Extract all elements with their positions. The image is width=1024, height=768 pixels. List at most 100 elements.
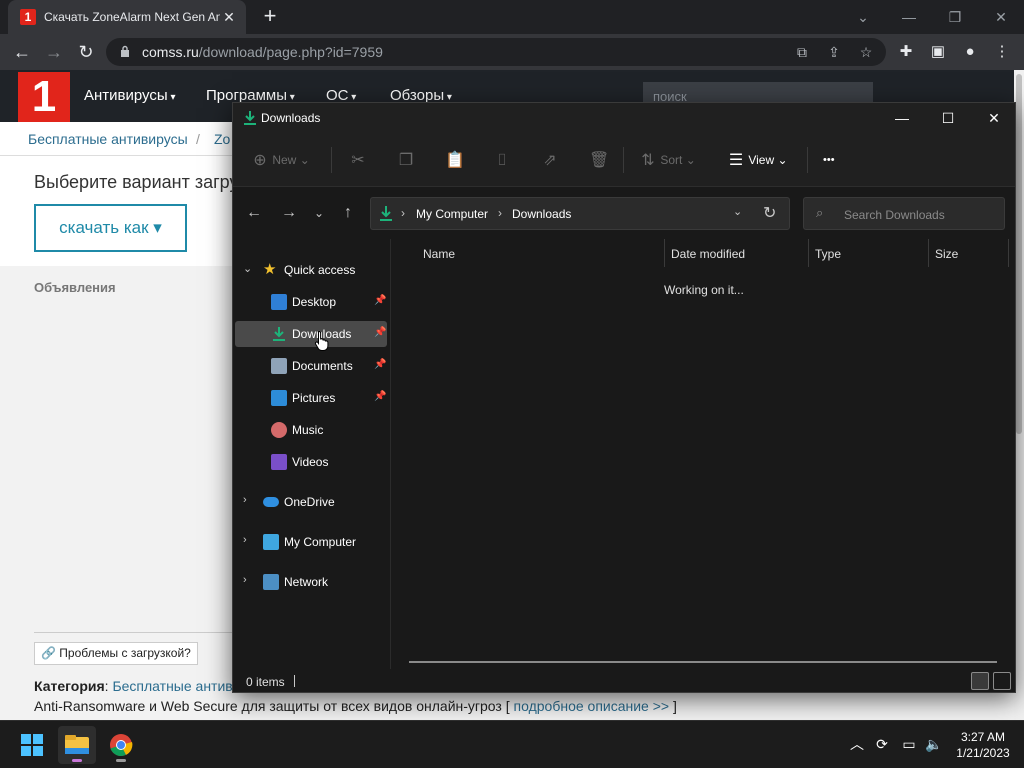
chevron-up-icon[interactable]: ︿: [848, 735, 866, 753]
file-explorer-taskbar-button[interactable]: [58, 726, 96, 764]
up-icon[interactable]: ↑: [337, 203, 359, 223]
breadcrumb-separator: /: [196, 131, 200, 147]
pin-icon: 📌: [374, 295, 387, 306]
reload-icon[interactable]: ↻: [74, 40, 98, 64]
category-line: Категория: Бесплатные антив: [34, 678, 233, 694]
description-link[interactable]: подробное описание >>: [514, 698, 670, 714]
chevron-right-icon[interactable]: ›: [243, 494, 247, 506]
restore-button[interactable]: ❐: [932, 3, 978, 31]
breadcrumb-link[interactable]: Бесплатные антивирусы: [28, 131, 188, 147]
volume-icon[interactable]: 🔈: [925, 735, 943, 753]
lock-icon: [121, 45, 129, 57]
chevron-down-icon[interactable]: ⌄: [243, 262, 252, 275]
sidebar-item-desktop[interactable]: Desktop 📌: [235, 289, 387, 315]
cut-icon[interactable]: ✂: [349, 150, 367, 170]
sidebar-item-pictures[interactable]: Pictures 📌: [235, 385, 387, 411]
browser-tab[interactable]: 1 Скачать ZoneAlarm Next Gen Antivirus ✕: [8, 0, 246, 34]
sidebar-item-documents[interactable]: Documents 📌: [235, 353, 387, 379]
address-segment[interactable]: My Computer: [416, 207, 488, 221]
rename-icon[interactable]: ⌷: [493, 150, 511, 170]
explorer-address-bar[interactable]: › My Computer › Downloads ⌄ ↻: [370, 197, 790, 230]
category-link[interactable]: Бесплатные антив: [112, 678, 232, 694]
explorer-titlebar[interactable]: Downloads — ☐ ✕: [233, 103, 1015, 133]
sidebar-item-network[interactable]: › Network: [235, 569, 387, 595]
downloads-icon: [380, 206, 392, 221]
translate-icon[interactable]: ⧉: [792, 42, 812, 62]
explorer-minimize-button[interactable]: —: [879, 103, 925, 133]
download-as-button[interactable]: скачать как ▾: [34, 204, 187, 252]
chrome-taskbar-button[interactable]: [102, 726, 140, 764]
column-header-size[interactable]: Size: [935, 247, 958, 261]
more-options-button[interactable]: •••: [823, 150, 835, 170]
chevron-right-icon[interactable]: ›: [243, 534, 247, 546]
recent-locations-icon[interactable]: ⌄: [308, 203, 330, 223]
column-divider[interactable]: [808, 239, 809, 267]
chevron-right-icon: ›: [401, 206, 405, 220]
details-view-icon[interactable]: [971, 672, 989, 690]
pane-splitter[interactable]: [390, 239, 391, 669]
horizontal-scrollbar[interactable]: [409, 661, 997, 663]
chevron-down-icon[interactable]: ⌄: [733, 205, 742, 218]
new-tab-button[interactable]: +: [258, 5, 282, 29]
tiles-view-icon[interactable]: [993, 672, 1011, 690]
column-divider[interactable]: [928, 239, 929, 267]
pin-icon: 📌: [374, 391, 387, 402]
view-icon: ☰: [728, 151, 744, 169]
downloads-icon: [273, 327, 285, 341]
explorer-search-input[interactable]: ⌕ Search Downloads: [803, 197, 1005, 230]
refresh-icon[interactable]: ↻: [763, 203, 776, 223]
plus-icon: ⊕: [253, 151, 267, 169]
copy-icon[interactable]: ❐: [397, 150, 415, 170]
sidebar-item-downloads[interactable]: Downloads 📌: [235, 321, 387, 347]
sidebar-item-quick-access[interactable]: ⌄ ★ Quick access: [235, 257, 387, 283]
sync-icon[interactable]: ⟳: [873, 735, 891, 753]
column-header-type[interactable]: Type: [815, 247, 841, 261]
tab-close-icon[interactable]: ✕: [220, 8, 238, 26]
share-icon[interactable]: ⇪: [824, 42, 844, 62]
computer-icon: [263, 534, 279, 550]
chevron-right-icon[interactable]: ›: [243, 574, 247, 586]
tab-search-icon[interactable]: ⌄: [840, 3, 886, 31]
download-problem-button[interactable]: 🔗 Проблемы с загрузкой?: [34, 642, 198, 665]
address-bar[interactable]: comss.ru/download/page.php?id=7959 ⧉ ⇪ ☆: [106, 38, 886, 66]
sidebar-item-music[interactable]: Music: [235, 417, 387, 443]
sort-button[interactable]: ⇅ Sort ⌄: [639, 150, 695, 170]
explorer-close-button[interactable]: ✕: [971, 103, 1017, 133]
tab-title: Скачать ZoneAlarm Next Gen Antivirus: [44, 10, 220, 24]
pin-icon: 📌: [374, 359, 387, 370]
address-segment[interactable]: Downloads: [512, 207, 571, 221]
back-icon[interactable]: ←: [243, 203, 265, 223]
forward-icon[interactable]: →: [42, 40, 66, 64]
column-header-date-modified[interactable]: Date modified: [671, 247, 745, 261]
sidebar-item-videos[interactable]: Videos: [235, 449, 387, 475]
breadcrumb-link[interactable]: Zo: [214, 131, 230, 147]
display-icon[interactable]: ▭: [900, 735, 918, 753]
minimize-button[interactable]: —: [886, 3, 932, 31]
column-divider[interactable]: [664, 239, 665, 267]
share-icon[interactable]: ⇗: [541, 150, 559, 170]
back-icon[interactable]: ←: [10, 40, 34, 64]
system-clock[interactable]: 3:27 AM 1/21/2023: [950, 729, 1016, 761]
forward-icon[interactable]: →: [278, 203, 300, 223]
site-logo[interactable]: 1: [18, 72, 70, 122]
file-explorer-window: Downloads — ☐ ✕ ⊕ New ⌄ ✂ ❐ 📋 ⌷ ⇗ 🗑 ⇅ So…: [232, 102, 1016, 693]
pin-icon: 📌: [374, 327, 387, 338]
sidebar-item-onedrive[interactable]: › OneDrive: [235, 489, 387, 515]
sidebar-item-my-computer[interactable]: › My Computer: [235, 529, 387, 555]
start-button[interactable]: [13, 726, 51, 764]
column-header-name[interactable]: Name: [423, 247, 455, 261]
explorer-maximize-button[interactable]: ☐: [925, 103, 971, 133]
sidepanel-icon[interactable]: ▣: [928, 42, 948, 62]
extensions-icon[interactable]: ✚: [896, 42, 916, 62]
nav-antivirus[interactable]: Антивирусы: [84, 87, 175, 104]
column-divider[interactable]: [1008, 239, 1009, 267]
star-icon[interactable]: ☆: [856, 42, 876, 62]
view-button[interactable]: ☰ View ⌄: [727, 150, 788, 170]
new-button[interactable]: ⊕ New ⌄: [251, 150, 309, 170]
paste-icon[interactable]: 📋: [445, 150, 465, 170]
desktop-icon: [271, 294, 287, 310]
delete-icon[interactable]: 🗑: [589, 150, 609, 170]
close-button[interactable]: ✕: [978, 3, 1024, 31]
menu-icon[interactable]: ⋮: [992, 42, 1012, 62]
profile-icon[interactable]: ●: [960, 42, 980, 62]
